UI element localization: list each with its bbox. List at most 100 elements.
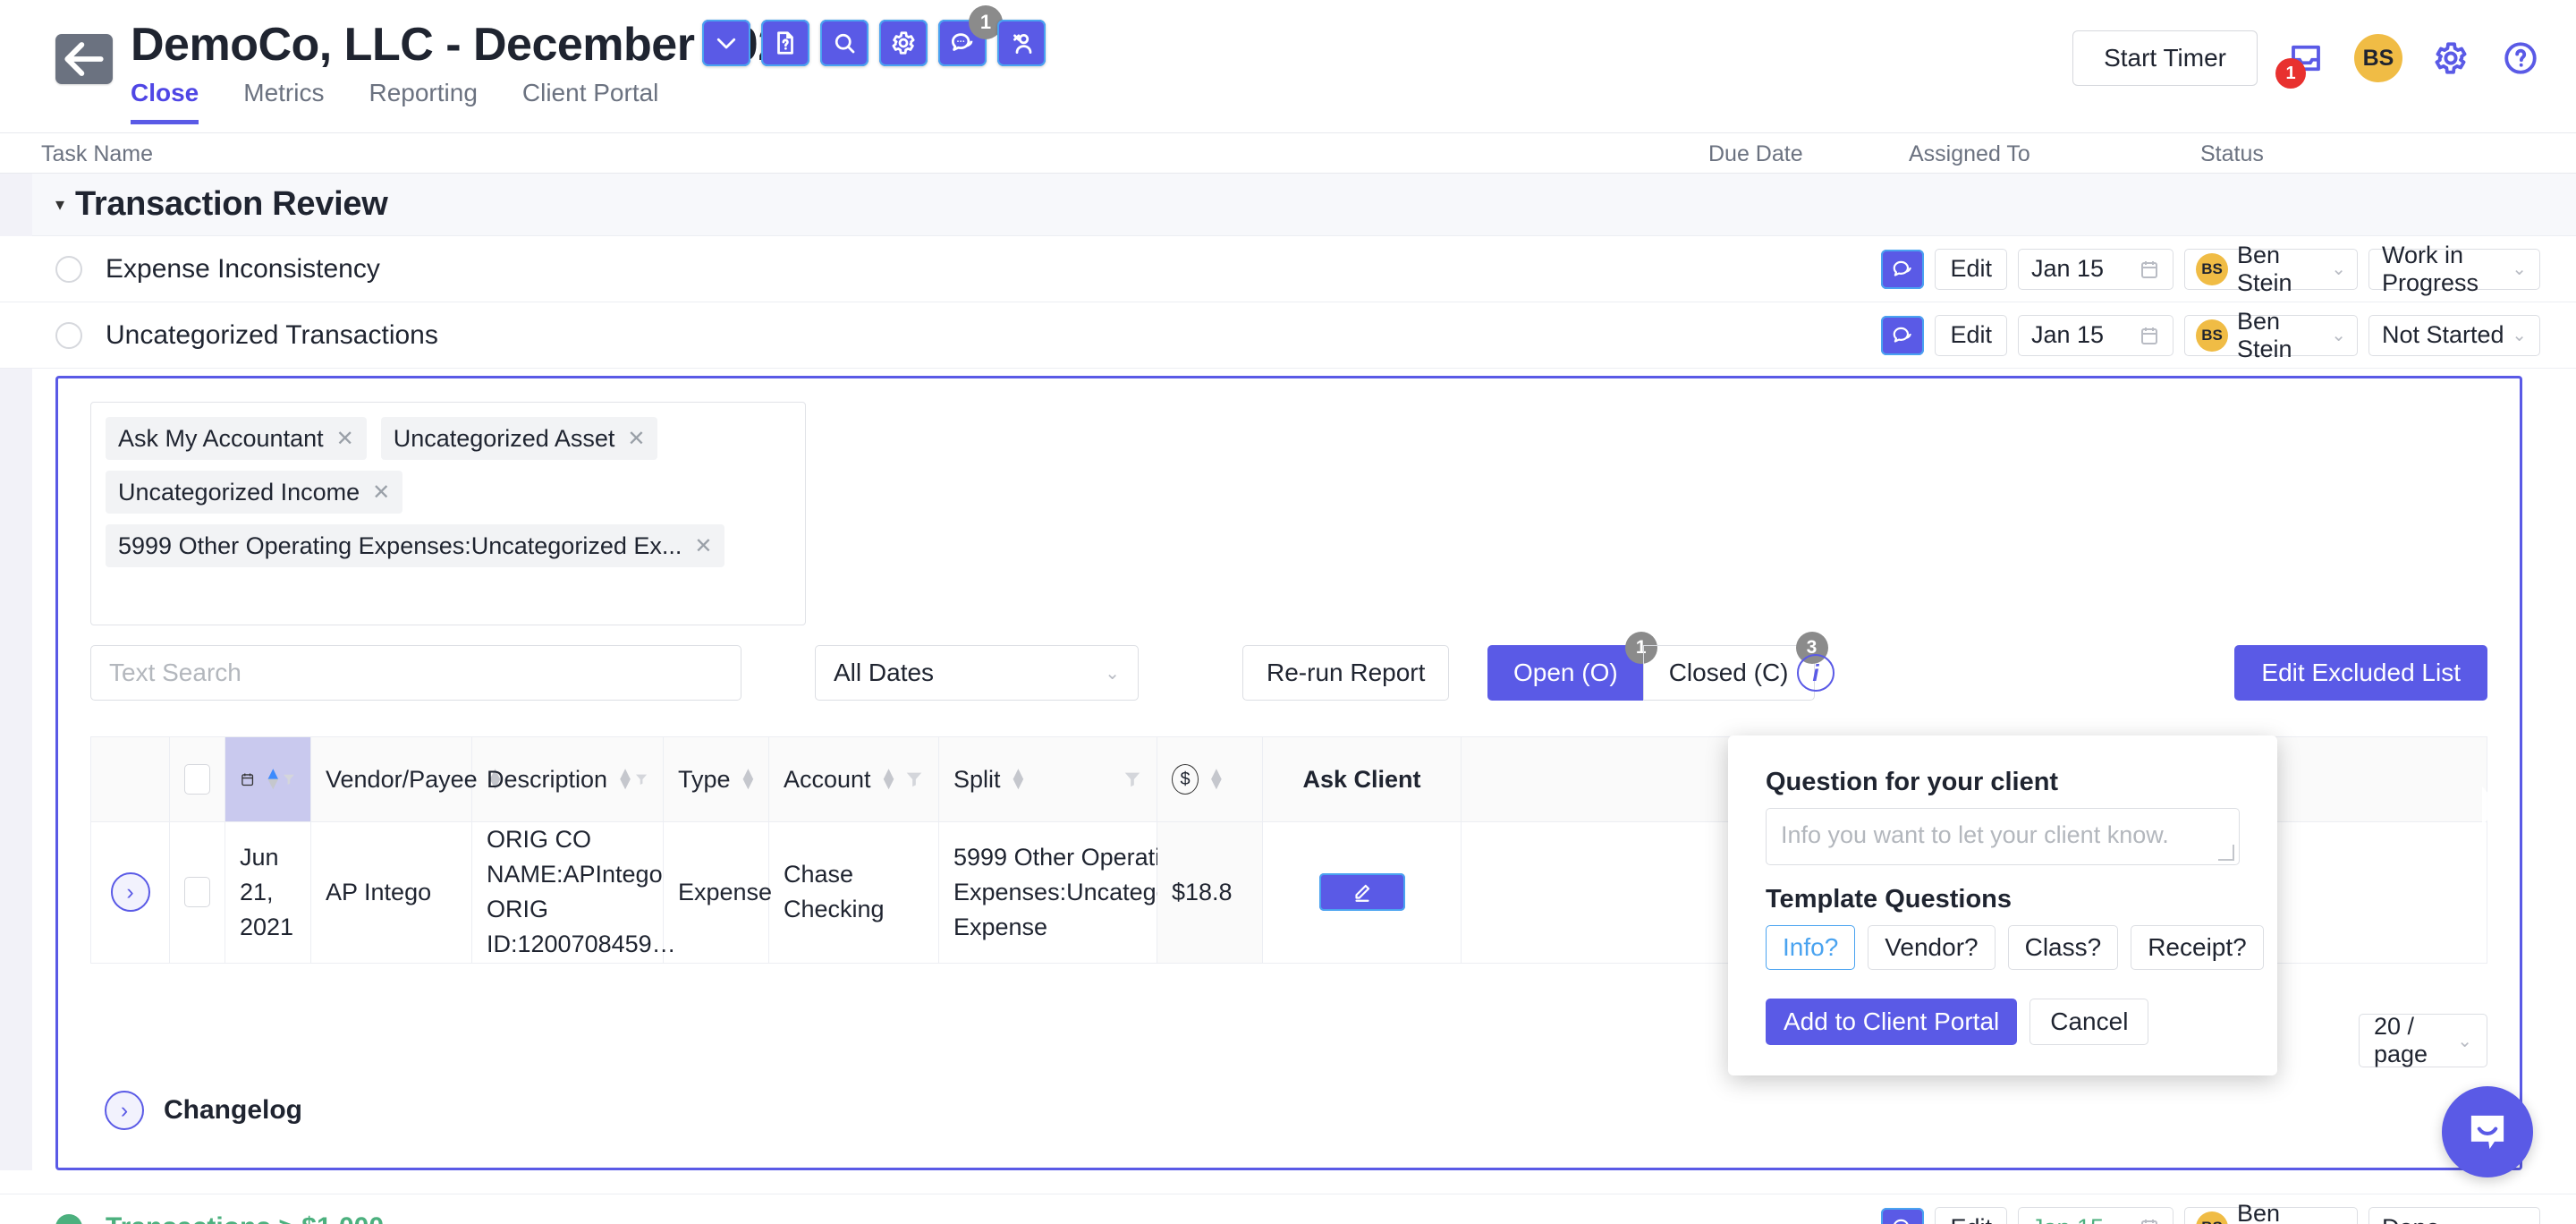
client-question-textarea[interactable]: Info you want to let your client know. <box>1766 808 2240 865</box>
avatar[interactable]: BS <box>2354 34 2402 82</box>
header-description[interactable]: Description ▲ ▼ <box>472 737 664 821</box>
users-icon <box>1013 33 1032 54</box>
header-amount[interactable]: $ ▲ ▼ <box>1157 737 1263 821</box>
section-transaction-review[interactable]: ▾ Transaction Review <box>0 174 2576 236</box>
filter-tag-label: Uncategorized Income <box>118 478 360 506</box>
filter-tag[interactable]: Uncategorized Asset ✕ <box>380 417 658 460</box>
select-all-checkbox[interactable] <box>184 764 210 795</box>
task-assignee-select[interactable]: BS Ben Stein ⌄ <box>2184 308 2358 362</box>
section-collapse-caret[interactable]: ▾ <box>55 193 64 216</box>
header-account[interactable]: Account ▲ ▼ <box>769 737 939 821</box>
tab-close[interactable]: Close <box>131 79 199 124</box>
date-range-select[interactable]: All Dates ⌄ <box>815 645 1139 701</box>
tab-client-portal[interactable]: Client Portal <box>522 79 659 124</box>
rerun-report-button[interactable]: Re-run Report <box>1242 645 1450 701</box>
task-due-date-picker[interactable]: Jan 15 <box>2018 248 2174 290</box>
chevron-down-icon: ⌄ <box>2512 1217 2527 1224</box>
task-comment-button[interactable] <box>1881 249 1925 289</box>
task-complete-indicator[interactable] <box>55 1214 82 1224</box>
sort-icon[interactable]: ▲ ▼ <box>740 765 758 793</box>
row-select-cell[interactable] <box>170 822 225 963</box>
template-questions-group: Info? Vendor? Class? Receipt? <box>1766 925 2264 970</box>
template-chip-class[interactable]: Class? <box>2007 925 2119 970</box>
header-select-all[interactable] <box>170 737 225 821</box>
document-question-button[interactable] <box>761 20 809 66</box>
ask-client-edit-button[interactable] <box>1318 873 1405 912</box>
assignee-avatar: BS <box>2196 1211 2228 1224</box>
close-icon[interactable]: ✕ <box>372 480 390 506</box>
row-checkbox[interactable] <box>184 877 210 908</box>
filter-icon[interactable] <box>904 769 924 790</box>
filter-icon[interactable] <box>634 769 648 790</box>
filter-tag[interactable]: Ask My Accountant ✕ <box>106 417 367 460</box>
filter-icon[interactable] <box>282 769 296 790</box>
tab-metrics[interactable]: Metrics <box>243 79 324 124</box>
page-size-select[interactable]: 20 / page ⌄ <box>2359 1013 2487 1067</box>
inbox-button[interactable]: 1 <box>2275 37 2327 89</box>
edit-excluded-list-button[interactable]: Edit Excluded List <box>2234 645 2487 701</box>
comments-button[interactable]: 1 <box>938 5 1003 66</box>
close-icon[interactable]: ✕ <box>627 426 645 452</box>
task-edit-button[interactable]: Edit <box>1935 248 2007 290</box>
row-expand-cell[interactable]: › <box>91 822 170 963</box>
task-complete-radio[interactable] <box>55 321 82 349</box>
chevron-down-button[interactable] <box>702 20 750 66</box>
task-row[interactable]: Uncategorized Transactions Edit Jan 15 B… <box>0 302 2576 369</box>
sort-icon[interactable]: ▲ ▼ <box>880 765 898 793</box>
close-icon[interactable]: ✕ <box>336 426 354 452</box>
header-vendor[interactable]: Vendor/Payee ▲ ▼ <box>311 737 504 821</box>
segment-open[interactable]: Open (O) 1 <box>1487 632 1657 701</box>
segment-closed[interactable]: Closed (C) 3 <box>1642 632 1828 701</box>
back-button[interactable] <box>55 34 113 84</box>
users-button[interactable] <box>997 20 1046 66</box>
help-button[interactable] <box>2499 37 2542 80</box>
task-status-select[interactable]: Not Started ⌄ <box>2368 314 2540 356</box>
chevron-right-icon[interactable]: › <box>105 1091 144 1130</box>
sort-icon[interactable]: ▲ ▼ <box>616 765 634 793</box>
header-type[interactable]: Type ▲ ▼ <box>664 737 769 821</box>
settings-button[interactable] <box>879 20 928 66</box>
info-icon[interactable]: i <box>1797 654 1835 692</box>
add-to-client-portal-button[interactable]: Add to Client Portal <box>1766 999 2018 1045</box>
sort-icon[interactable]: ▲ ▼ <box>1010 765 1028 793</box>
template-chip-receipt[interactable]: Receipt? <box>2131 925 2264 970</box>
task-status-select[interactable]: Done ⌄ <box>2368 1207 2540 1224</box>
task-assignee-select[interactable]: BS Ben Stein ⌄ <box>2184 242 2358 296</box>
filter-icon[interactable] <box>1123 769 1142 790</box>
chevron-down-icon: ⌄ <box>2457 1031 2472 1051</box>
search-input[interactable]: Text Search <box>90 645 741 701</box>
close-icon[interactable]: ✕ <box>694 533 712 559</box>
task-due-date-picker[interactable]: Jan 15 <box>2018 1207 2174 1224</box>
start-timer-button[interactable]: Start Timer <box>2072 30 2258 86</box>
task-comment-button[interactable] <box>1881 1208 1925 1224</box>
next-page-arrow-icon[interactable] <box>2482 786 2500 826</box>
sort-icon[interactable]: ▲ ▼ <box>264 765 282 793</box>
task-edit-button[interactable]: Edit <box>1935 1207 2007 1224</box>
account-settings-button[interactable] <box>2429 37 2472 80</box>
changelog-section[interactable]: › Changelog <box>105 1091 302 1130</box>
account-filter-tags[interactable]: Ask My Accountant ✕ Uncategorized Asset … <box>90 402 806 625</box>
search-button[interactable] <box>820 20 869 66</box>
tab-reporting[interactable]: Reporting <box>369 79 477 124</box>
chat-widget-button[interactable] <box>2442 1086 2533 1177</box>
cancel-button[interactable]: Cancel <box>2029 999 2149 1045</box>
task-assignee-select[interactable]: BS Ben Stein ⌄ <box>2184 1200 2358 1224</box>
cell-ask-client[interactable] <box>1263 822 1462 963</box>
template-chip-info[interactable]: Info? <box>1766 925 1856 970</box>
task-due-date-value: Jan 15 <box>2031 255 2105 282</box>
chevron-right-icon[interactable]: › <box>110 872 150 913</box>
sort-icon[interactable]: ▲ ▼ <box>1208 765 1225 793</box>
task-comment-button[interactable] <box>1881 315 1925 355</box>
task-status-select[interactable]: Work in Progress ⌄ <box>2368 242 2540 296</box>
task-row[interactable]: Expense Inconsistency Edit Jan 15 BS Ben… <box>0 236 2576 302</box>
template-chip-vendor[interactable]: Vendor? <box>1868 925 1996 970</box>
filter-tag[interactable]: 5999 Other Operating Expenses:Uncategori… <box>106 524 725 567</box>
task-complete-radio[interactable] <box>55 255 82 283</box>
task-row-partial[interactable]: Transactions > $1,000 Edit Jan 15 BS Ben… <box>0 1194 2576 1224</box>
filter-tag[interactable]: Uncategorized Income ✕ <box>106 471 403 514</box>
task-due-date-picker[interactable]: Jan 15 <box>2018 314 2174 356</box>
header-date[interactable]: ▲ ▼ <box>225 737 311 821</box>
header-split[interactable]: Split ▲ ▼ <box>939 737 1157 821</box>
header-account-label: Account <box>784 765 871 793</box>
task-edit-button[interactable]: Edit <box>1935 314 2007 356</box>
